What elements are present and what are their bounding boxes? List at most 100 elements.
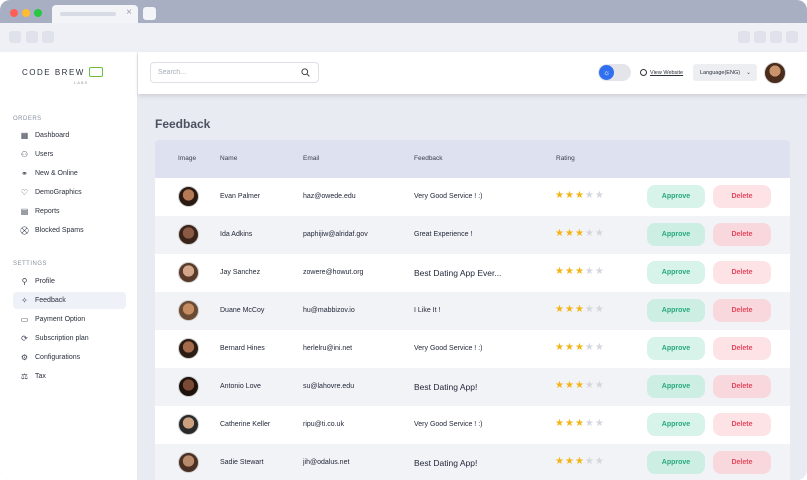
sidebar-item-tax[interactable]: ⚖ Tax xyxy=(13,368,126,385)
delete-button[interactable]: Delete xyxy=(713,413,771,436)
approve-button[interactable]: Approve xyxy=(647,299,705,322)
star-filled-icon: ★ xyxy=(574,380,584,391)
star-filled-icon: ★ xyxy=(555,304,564,315)
dashboard-icon: ▦ xyxy=(20,131,29,140)
sidebar-item-profile[interactable]: ⚲ Profile xyxy=(13,273,126,290)
users-icon: ⚇ xyxy=(20,150,29,159)
new-online-icon: ⚭ xyxy=(21,169,28,178)
approve-button[interactable]: Approve xyxy=(647,451,705,474)
toolbar-action-button[interactable] xyxy=(754,31,766,43)
rating-stars: ★ ★ ★ ★ ★ xyxy=(555,229,604,239)
brand-logo[interactable]: CODE BREW xyxy=(22,67,103,77)
avatar[interactable] xyxy=(178,262,199,283)
user-name: Sadie Stewart xyxy=(220,459,264,466)
sidebar-item-label: Feedback xyxy=(35,297,66,304)
toolbar-action-button[interactable] xyxy=(738,31,750,43)
language-select[interactable]: Language(ENG) ⌄ xyxy=(693,64,757,81)
language-label: Language(ENG) xyxy=(700,69,741,76)
feedback-text: Best Dating App! xyxy=(414,382,478,392)
approve-button[interactable]: Approve xyxy=(647,413,705,436)
approve-button[interactable]: Approve xyxy=(647,337,705,360)
back-button[interactable] xyxy=(9,31,21,43)
sun-icon: ☼ xyxy=(599,65,614,80)
forward-button[interactable] xyxy=(26,31,38,43)
star-filled-icon: ★ xyxy=(555,418,564,429)
rating-stars: ★ ★ ★ ★ ★ xyxy=(555,457,604,467)
sidebar-item-reports[interactable]: ▤ Reports xyxy=(13,203,126,220)
app-window: × CODE BREW LABS ORDERS ▦ Dashboard ⚇ Users… xyxy=(0,0,807,480)
avatar[interactable] xyxy=(178,452,199,473)
star-empty-icon: ★ xyxy=(594,190,604,201)
toolbar-action-button[interactable] xyxy=(770,31,782,43)
avatar[interactable] xyxy=(178,300,199,321)
subscription-icon: ⟳ xyxy=(21,334,28,343)
star-filled-icon: ★ xyxy=(564,380,574,391)
delete-button[interactable]: Delete xyxy=(713,299,771,322)
column-header-rating: Rating xyxy=(556,155,575,162)
approve-button[interactable]: Approve xyxy=(647,375,705,398)
sidebar-item-configurations[interactable]: ⚙ Configurations xyxy=(13,349,126,366)
sidebar-item-new-online[interactable]: ⚭ New & Online xyxy=(13,165,126,182)
top-header: ☼ View Website Language(ENG) ⌄ xyxy=(138,52,807,94)
avatar[interactable] xyxy=(178,414,199,435)
maximize-window-button[interactable] xyxy=(34,9,42,17)
delete-button[interactable]: Delete xyxy=(713,185,771,208)
config-icon: ⚙ xyxy=(20,353,29,362)
sidebar-item-label: DemoGraphics xyxy=(35,189,82,196)
feedback-text: Best Dating App! xyxy=(414,458,478,468)
toolbar-menu-button[interactable] xyxy=(786,31,798,43)
sidebar-item-feedback[interactable]: ✧ Feedback xyxy=(13,292,126,309)
reports-icon: ▤ xyxy=(20,207,29,216)
star-filled-icon: ★ xyxy=(574,228,584,239)
star-empty-icon: ★ xyxy=(584,190,594,201)
star-filled-icon: ★ xyxy=(574,190,584,201)
sidebar-item-blocked-spams[interactable]: ⛒ Blocked Spams xyxy=(13,222,126,239)
column-header-email: Email xyxy=(303,155,320,162)
avatar[interactable] xyxy=(178,186,199,207)
user-avatar[interactable] xyxy=(764,62,786,84)
delete-button[interactable]: Delete xyxy=(713,451,771,474)
reload-button[interactable] xyxy=(42,31,54,43)
star-filled-icon: ★ xyxy=(564,418,574,429)
minimize-window-button[interactable] xyxy=(22,9,30,17)
avatar[interactable] xyxy=(178,376,199,397)
tab-close-icon[interactable]: × xyxy=(126,8,132,18)
delete-button[interactable]: Delete xyxy=(713,375,771,398)
sidebar-item-demographics[interactable]: ♡ DemoGraphics xyxy=(13,184,126,201)
approve-button[interactable]: Approve xyxy=(647,185,705,208)
search-input[interactable] xyxy=(158,66,288,79)
star-filled-icon: ★ xyxy=(574,418,584,429)
rating-stars: ★ ★ ★ ★ ★ xyxy=(555,305,604,315)
sidebar: CODE BREW LABS ORDERS ▦ Dashboard ⚇ Users ⚭ N… xyxy=(0,52,138,480)
sidebar-item-users[interactable]: ⚇ Users xyxy=(13,146,126,163)
theme-toggle[interactable]: ☼ xyxy=(598,64,631,81)
close-window-button[interactable] xyxy=(10,9,18,17)
feedback-text: Very Good Service ! :) xyxy=(414,193,483,200)
section-title-orders: ORDERS xyxy=(13,116,42,122)
sidebar-item-subscription-plan[interactable]: ⟳ Subscription plan xyxy=(13,330,126,347)
avatar[interactable] xyxy=(178,338,199,359)
avatar[interactable] xyxy=(178,224,199,245)
browser-toolbar xyxy=(0,23,807,52)
view-website-link[interactable]: View Website xyxy=(640,69,683,76)
feedback-icon: ✧ xyxy=(21,296,28,305)
delete-button[interactable]: Delete xyxy=(713,223,771,246)
sidebar-item-label: Reports xyxy=(35,208,60,215)
star-empty-icon: ★ xyxy=(584,456,594,467)
search-box xyxy=(150,62,319,83)
new-tab-button[interactable] xyxy=(143,7,156,20)
approve-button[interactable]: Approve xyxy=(647,261,705,284)
user-email: haz@owede.edu xyxy=(303,193,356,200)
sidebar-item-label: Configurations xyxy=(35,354,81,361)
brand-mark-icon xyxy=(88,67,103,77)
sidebar-item-dashboard[interactable]: ▦ Dashboard xyxy=(13,127,126,144)
sidebar-item-payment-option[interactable]: ▭ Payment Option xyxy=(13,311,126,328)
delete-button[interactable]: Delete xyxy=(713,337,771,360)
browser-tab[interactable]: × xyxy=(52,5,138,23)
star-empty-icon: ★ xyxy=(584,304,594,315)
approve-button[interactable]: Approve xyxy=(647,223,705,246)
search-icon[interactable] xyxy=(301,68,310,77)
star-empty-icon: ★ xyxy=(594,418,604,429)
star-filled-icon: ★ xyxy=(555,190,564,201)
delete-button[interactable]: Delete xyxy=(713,261,771,284)
